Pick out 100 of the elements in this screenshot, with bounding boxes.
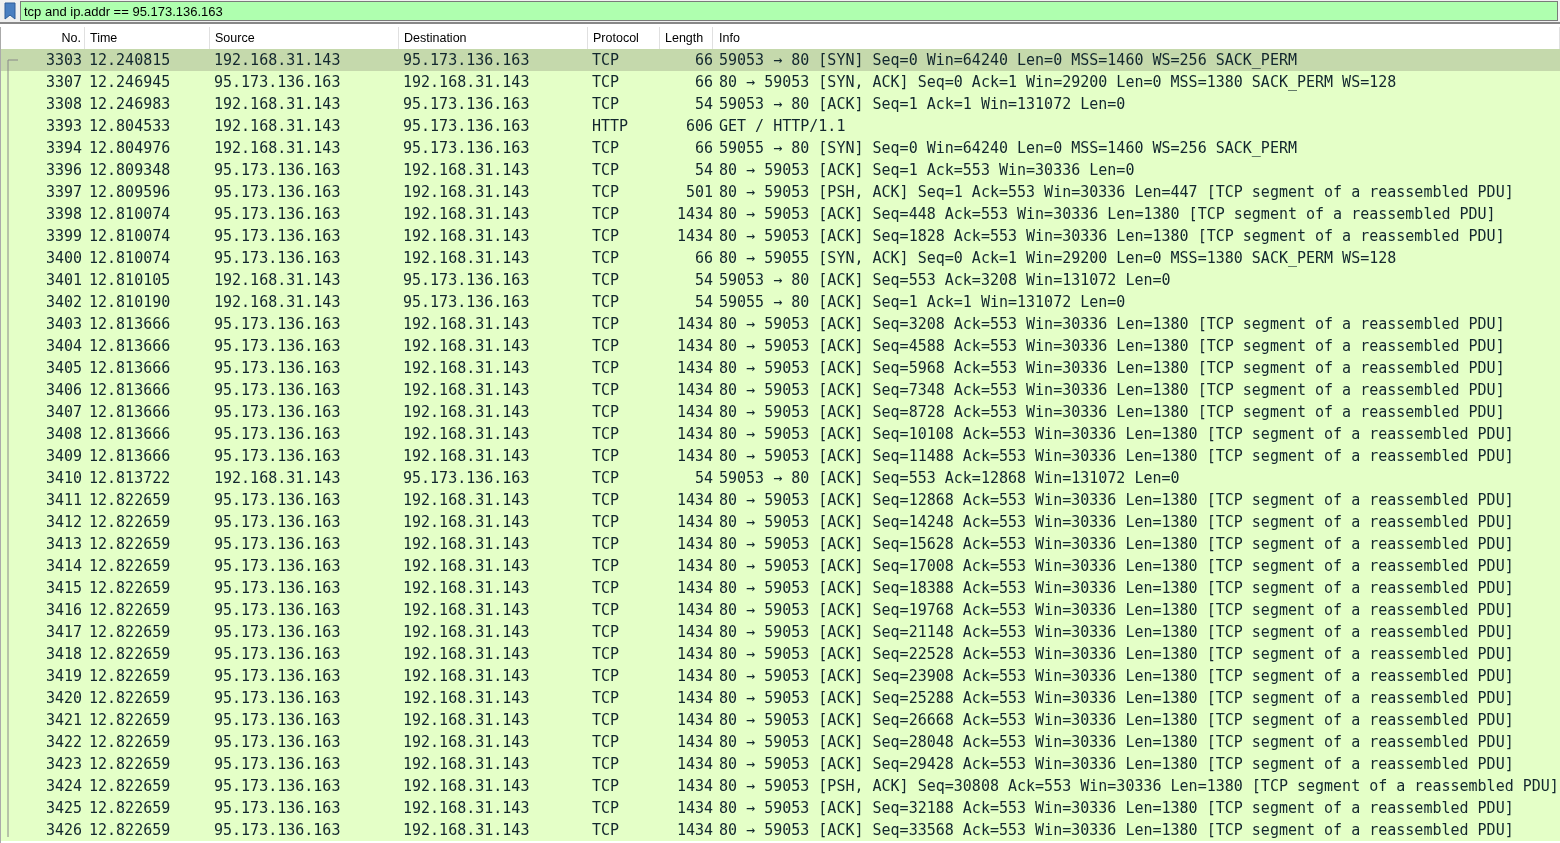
packet-row[interactable]: 3410 12.813722 192.168.31.143 95.173.136.163 TCP 54 59053 → 80 [ACK] Seq=553 Ack=12868 Win=131072 Len=0 <box>1 467 1560 489</box>
packet-row[interactable]: 3417 12.822659 95.173.136.163 192.168.31.143 TCP 1434 80 → 59053 [ACK] Seq=21148 Ack=553 Win=30336 Len=1380 [TCP segment of a reassembled PDU] <box>1 621 1560 643</box>
table-cell-text: 80 → 59053 [ACK] Seq=22528 Ack=553 Win=30336 Len=1380 [TCP segment of a reassembled PDU] <box>718 644 1515 665</box>
table-cell-text: TCP <box>591 622 621 643</box>
table-cell-text: 95.173.136.163 <box>402 270 531 291</box>
table-cell-text: 80 → 59053 [ACK] Seq=7348 Ack=553 Win=30336 Len=1380 [TCP segment of a reassembled PDU] <box>718 380 1506 401</box>
table-cell-text: 1434 <box>675 820 713 841</box>
table-cell-text: 12.809596 <box>88 182 172 203</box>
packet-row[interactable]: 3423 12.822659 95.173.136.163 192.168.31.143 TCP 1434 80 → 59053 [ACK] Seq=29428 Ack=553 Win=30336 Len=1380 [TCP segment of a reassembled PDU] <box>1 753 1560 775</box>
table-cell-text: 192.168.31.143 <box>402 644 531 665</box>
packet-row[interactable]: 3402 12.810190 192.168.31.143 95.173.136.163 TCP 54 59055 → 80 [ACK] Seq=1 Ack=1 Win=131072 Len=0 <box>1 291 1560 313</box>
table-cell-text: 95.173.136.163 <box>213 182 342 203</box>
table-cell-text: 95.173.136.163 <box>402 292 531 313</box>
table-cell-text: 95.173.136.163 <box>213 490 342 511</box>
table-cell-text: TCP <box>591 424 621 445</box>
table-cell-text: 12.822659 <box>88 534 172 555</box>
packet-row[interactable]: 3407 12.813666 95.173.136.163 192.168.31.143 TCP 1434 80 → 59053 [ACK] Seq=8728 Ack=553 Win=30336 Len=1380 [TCP segment of a reassembled PDU] <box>1 401 1560 423</box>
table-cell-text: 95.173.136.163 <box>213 512 342 533</box>
packet-row[interactable]: 3413 12.822659 95.173.136.163 192.168.31.143 TCP 1434 80 → 59053 [ACK] Seq=15628 Ack=553 Win=30336 Len=1380 [TCP segment of a reassembled PDU] <box>1 533 1560 555</box>
packet-row[interactable]: 3398 12.810074 95.173.136.163 192.168.31.143 TCP 1434 80 → 59053 [ACK] Seq=448 Ack=553 Win=30336 Len=1380 [TCP segment of a reassembled PDU] <box>1 203 1560 225</box>
packet-row[interactable]: 3303 12.240815 192.168.31.143 95.173.136.163 TCP 66 59053 → 80 [SYN] Seq=0 Win=64240 Len=0 MSS=1460 WS=256 SACK_PERM <box>1 49 1560 71</box>
table-cell-text: 192.168.31.143 <box>402 556 531 577</box>
table-cell-text: 95.173.136.163 <box>213 820 342 841</box>
table-cell-text: 192.168.31.143 <box>213 138 342 159</box>
table-cell-text: 12.804533 <box>88 116 172 137</box>
packet-row[interactable]: 3399 12.810074 95.173.136.163 192.168.31.143 TCP 1434 80 → 59053 [ACK] Seq=1828 Ack=553 Win=30336 Len=1380 [TCP segment of a reassembled PDU] <box>1 225 1560 247</box>
table-cell-text: TCP <box>591 50 621 71</box>
packet-row[interactable]: 3419 12.822659 95.173.136.163 192.168.31.143 TCP 1434 80 → 59053 [ACK] Seq=23908 Ack=553 Win=30336 Len=1380 [TCP segment of a reassembled PDU] <box>1 665 1560 687</box>
table-cell-text: 192.168.31.143 <box>402 754 531 775</box>
table-cell-text: TCP <box>591 556 621 577</box>
table-cell-text: 12.822659 <box>88 644 172 665</box>
table-cell-text: 12.813666 <box>88 314 172 335</box>
table-cell-text: 1434 <box>675 424 713 445</box>
table-cell-text: 192.168.31.143 <box>402 72 531 93</box>
table-cell-text: TCP <box>591 820 621 841</box>
table-cell-text: 54 <box>693 94 713 115</box>
table-cell-text: 3394 <box>44 138 83 159</box>
table-cell-text: 12.822659 <box>88 732 172 753</box>
packet-row[interactable]: 3424 12.822659 95.173.136.163 192.168.31.143 TCP 1434 80 → 59053 [PSH, ACK] Seq=30808 Ack=553 Win=30336 Len=1380 [TCP segment of a reassembled PDU] <box>1 775 1560 797</box>
table-cell-text: 3426 <box>44 820 83 841</box>
packet-row[interactable]: 3403 12.813666 95.173.136.163 192.168.31.143 TCP 1434 80 → 59053 [ACK] Seq=3208 Ack=553 Win=30336 Len=1380 [TCP segment of a reassembled PDU] <box>1 313 1560 335</box>
packet-row[interactable]: 3411 12.822659 95.173.136.163 192.168.31.143 TCP 1434 80 → 59053 [ACK] Seq=12868 Ack=553 Win=30336 Len=1380 [TCP segment of a reassembled PDU] <box>1 489 1560 511</box>
packet-row[interactable]: 3397 12.809596 95.173.136.163 192.168.31.143 TCP 501 80 → 59053 [PSH, ACK] Seq=1 Ack=553 Win=30336 Len=447 [TCP segment of a reassembled PDU] <box>1 181 1560 203</box>
table-cell-text: 95.173.136.163 <box>213 446 342 467</box>
packet-row[interactable]: 3404 12.813666 95.173.136.163 192.168.31.143 TCP 1434 80 → 59053 [ACK] Seq=4588 Ack=553 Win=30336 Len=1380 [TCP segment of a reassembled PDU] <box>1 335 1560 357</box>
table-cell-text: TCP <box>591 226 621 247</box>
table-cell-text: 1434 <box>675 534 713 555</box>
table-cell-text: 95.173.136.163 <box>213 688 342 709</box>
table-cell-text: 80 → 59053 [ACK] Seq=28048 Ack=553 Win=30336 Len=1380 [TCP segment of a reassembled PDU] <box>718 732 1515 753</box>
table-cell-text: 80 → 59053 [ACK] Seq=18388 Ack=553 Win=30336 Len=1380 [TCP segment of a reassembled PDU] <box>718 578 1515 599</box>
table-cell-text: 80 → 59053 [ACK] Seq=3208 Ack=553 Win=30336 Len=1380 [TCP segment of a reassembled PDU] <box>718 314 1506 335</box>
packet-row[interactable]: 3400 12.810074 95.173.136.163 192.168.31.143 TCP 66 80 → 59055 [SYN, ACK] Seq=0 Ack=1 Win=29200 Len=0 MSS=1380 SACK_PERM WS=128 <box>1 247 1560 269</box>
packet-row[interactable]: 3405 12.813666 95.173.136.163 192.168.31.143 TCP 1434 80 → 59053 [ACK] Seq=5968 Ack=553 Win=30336 Len=1380 [TCP segment of a reassembled PDU] <box>1 357 1560 379</box>
table-cell-text: 12.810074 <box>88 226 172 247</box>
packet-row[interactable]: 3307 12.246945 95.173.136.163 192.168.31.143 TCP 66 80 → 59053 [SYN, ACK] Seq=0 Ack=1 Win=29200 Len=0 MSS=1380 SACK_PERM WS=128 <box>1 71 1560 93</box>
table-cell-text: 95.173.136.163 <box>213 314 342 335</box>
packet-row[interactable]: 3426 12.822659 95.173.136.163 192.168.31.143 TCP 1434 80 → 59053 [ACK] Seq=33568 Ack=553 Win=30336 Len=1380 [TCP segment of a reassembled PDU] <box>1 819 1560 841</box>
table-cell-text: 95.173.136.163 <box>213 600 342 621</box>
packet-row[interactable]: 3425 12.822659 95.173.136.163 192.168.31.143 TCP 1434 80 → 59053 [ACK] Seq=32188 Ack=553 Win=30336 Len=1380 [TCP segment of a reassembled PDU] <box>1 797 1560 819</box>
packet-row[interactable]: 3421 12.822659 95.173.136.163 192.168.31.143 TCP 1434 80 → 59053 [ACK] Seq=26668 Ack=553 Win=30336 Len=1380 [TCP segment of a reassembled PDU] <box>1 709 1560 731</box>
packet-row[interactable]: 3409 12.813666 95.173.136.163 192.168.31.143 TCP 1434 80 → 59053 [ACK] Seq=11488 Ack=553 Win=30336 Len=1380 [TCP segment of a reassembled PDU] <box>1 445 1560 467</box>
table-cell-text: TCP <box>591 644 621 665</box>
table-cell-text: 501 <box>684 182 713 203</box>
table-cell-text: 3414 <box>44 556 83 577</box>
display-filter-field[interactable]: tcp and ip.addr == 95.173.136.163 <box>20 1 1558 21</box>
table-cell-text: 192.168.31.143 <box>402 732 531 753</box>
table-cell-text: 80 → 59053 [ACK] Seq=25288 Ack=553 Win=30336 Len=1380 [TCP segment of a reassembled PDU] <box>718 688 1515 709</box>
packet-row[interactable]: 3406 12.813666 95.173.136.163 192.168.31.143 TCP 1434 80 → 59053 [ACK] Seq=7348 Ack=553 Win=30336 Len=1380 [TCP segment of a reassembled PDU] <box>1 379 1560 401</box>
table-cell-text: 80 → 59053 [ACK] Seq=1828 Ack=553 Win=30336 Len=1380 [TCP segment of a reassembled PDU] <box>718 226 1506 247</box>
table-cell-text: 192.168.31.143 <box>402 248 531 269</box>
packet-row[interactable]: 3393 12.804533 192.168.31.143 95.173.136.163 HTTP 606 GET / HTTP/1.1 <box>1 115 1560 137</box>
packet-row[interactable]: 3308 12.246983 192.168.31.143 95.173.136.163 TCP 54 59053 → 80 [ACK] Seq=1 Ack=1 Win=131072 Len=0 <box>1 93 1560 115</box>
packet-row[interactable]: 3394 12.804976 192.168.31.143 95.173.136.163 TCP 66 59055 → 80 [SYN] Seq=0 Win=64240 Len=0 MSS=1460 WS=256 SACK_PERM <box>1 137 1560 159</box>
table-cell-text: TCP <box>591 182 621 203</box>
table-cell-text: 95.173.136.163 <box>213 710 342 731</box>
table-cell-text: 192.168.31.143 <box>213 116 342 137</box>
packet-row[interactable]: 3414 12.822659 95.173.136.163 192.168.31.143 TCP 1434 80 → 59053 [ACK] Seq=17008 Ack=553 Win=30336 Len=1380 [TCP segment of a reassembled PDU] <box>1 555 1560 577</box>
table-cell-text: 1434 <box>675 578 713 599</box>
packet-row[interactable]: 3412 12.822659 95.173.136.163 192.168.31.143 TCP 1434 80 → 59053 [ACK] Seq=14248 Ack=553 Win=30336 Len=1380 [TCP segment of a reassembled PDU] <box>1 511 1560 533</box>
packet-row[interactable]: 3396 12.809348 95.173.136.163 192.168.31.143 TCP 54 80 → 59053 [ACK] Seq=1 Ack=553 Win=30336 Len=0 <box>1 159 1560 181</box>
table-cell-text: 59053 → 80 [ACK] Seq=1 Ack=1 Win=131072 Len=0 <box>718 94 1127 115</box>
packet-row[interactable]: 3418 12.822659 95.173.136.163 192.168.31.143 TCP 1434 80 → 59053 [ACK] Seq=22528 Ack=553 Win=30336 Len=1380 [TCP segment of a reassembled PDU] <box>1 643 1560 665</box>
table-cell-text: 192.168.31.143 <box>402 446 531 467</box>
table-cell-text: 12.809348 <box>88 160 172 181</box>
packet-row[interactable]: 3416 12.822659 95.173.136.163 192.168.31.143 TCP 1434 80 → 59053 [ACK] Seq=19768 Ack=553 Win=30336 Len=1380 [TCP segment of a reassembled PDU] <box>1 599 1560 621</box>
table-cell-text: 192.168.31.143 <box>402 336 531 357</box>
bookmark-icon[interactable] <box>4 2 16 20</box>
packet-row[interactable]: 3415 12.822659 95.173.136.163 192.168.31.143 TCP 1434 80 → 59053 [ACK] Seq=18388 Ack=553 Win=30336 Len=1380 [TCP segment of a reassembled PDU] <box>1 577 1560 599</box>
packet-row[interactable]: 3420 12.822659 95.173.136.163 192.168.31.143 TCP 1434 80 → 59053 [ACK] Seq=25288 Ack=553 Win=30336 Len=1380 [TCP segment of a reassembled PDU] <box>1 687 1560 709</box>
packet-row[interactable]: 3401 12.810105 192.168.31.143 95.173.136.163 TCP 54 59053 → 80 [ACK] Seq=553 Ack=3208 Win=131072 Len=0 <box>1 269 1560 291</box>
table-cell-text: 80 → 59053 [SYN, ACK] Seq=0 Ack=1 Win=29200 Len=0 MSS=1380 SACK_PERM WS=128 <box>718 72 1398 93</box>
packet-row[interactable]: 3422 12.822659 95.173.136.163 192.168.31.143 TCP 1434 80 → 59053 [ACK] Seq=28048 Ack=553 Win=30336 Len=1380 [TCP segment of a reassembled PDU] <box>1 731 1560 753</box>
table-cell-text: 12.813666 <box>88 358 172 379</box>
table-cell-text: 1434 <box>675 556 713 577</box>
table-cell-text: 3423 <box>44 754 83 775</box>
table-cell-text: 3308 <box>44 94 83 115</box>
table-cell-text: 95.173.136.163 <box>213 732 342 753</box>
table-cell-text: TCP <box>591 94 621 115</box>
table-cell-text: 1434 <box>675 666 713 687</box>
packet-row[interactable]: 3408 12.813666 95.173.136.163 192.168.31.143 TCP 1434 80 → 59053 [ACK] Seq=10108 Ack=553 Win=30336 Len=1380 [TCP segment of a reassembled PDU] <box>1 423 1560 445</box>
